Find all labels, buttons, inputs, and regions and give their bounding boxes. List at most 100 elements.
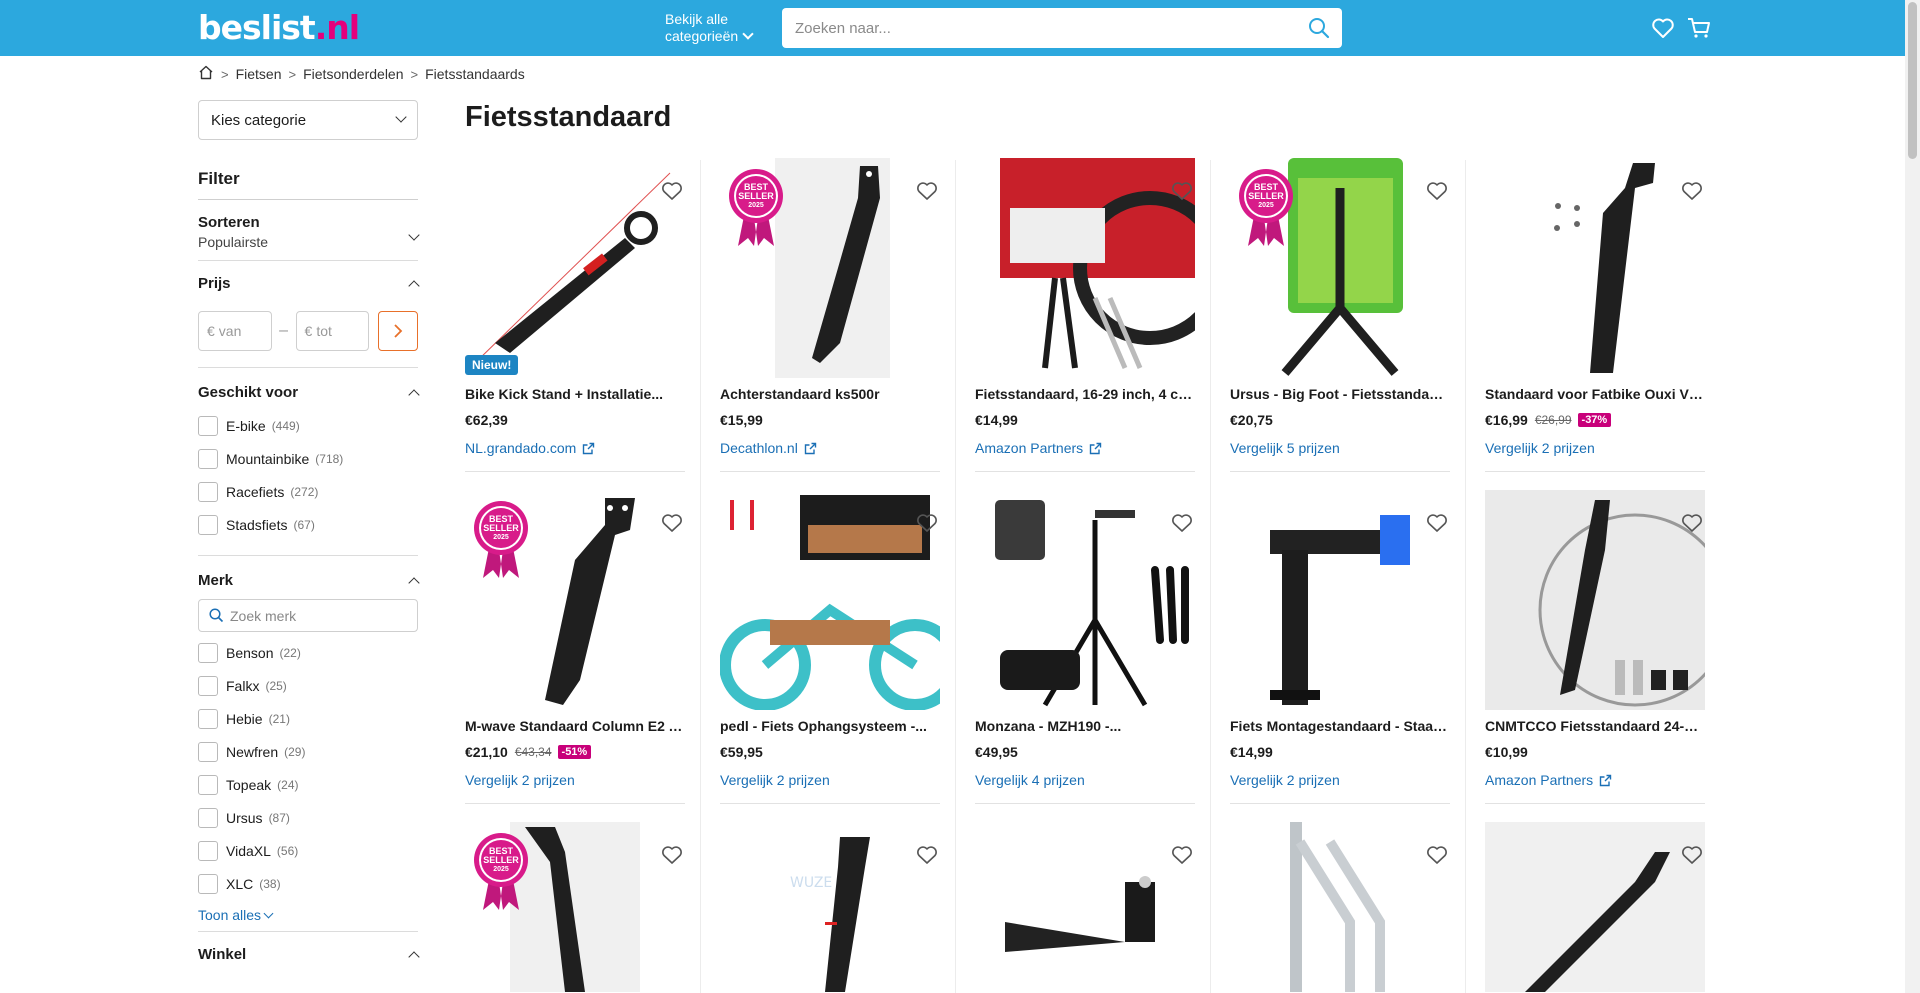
sort-dropdown[interactable]: Populairste <box>198 229 420 250</box>
brand-option[interactable]: Ursus (87) <box>198 801 418 834</box>
shop-link[interactable]: Amazon Partners <box>1485 772 1612 788</box>
scrollbar-thumb[interactable] <box>1908 2 1917 159</box>
checkbox[interactable] <box>198 675 218 696</box>
compare-prices-link[interactable]: Vergelijk 2 prijzen <box>465 772 575 788</box>
checkbox[interactable] <box>198 448 218 469</box>
heart-icon[interactable] <box>1171 181 1193 206</box>
brand-option[interactable]: Topeak (24) <box>198 768 418 801</box>
heart-icon[interactable] <box>916 845 938 870</box>
product-image[interactable] <box>1485 822 1705 993</box>
category-select[interactable]: Kies categorie <box>198 100 418 140</box>
heart-icon[interactable] <box>661 845 683 870</box>
suitable-option[interactable]: Racefiets (272) <box>198 475 418 508</box>
brand-option[interactable]: Benson (22) <box>198 636 418 669</box>
heart-icon[interactable] <box>1171 513 1193 538</box>
brand-header[interactable]: Merk <box>198 572 420 589</box>
heart-icon[interactable] <box>916 181 938 206</box>
logo[interactable]: beslist.nl <box>198 8 360 47</box>
product-image[interactable] <box>1485 490 1732 710</box>
product-image[interactable] <box>975 158 1227 378</box>
product-image[interactable] <box>1230 822 1450 993</box>
all-categories-button[interactable]: Bekijk alle categorieën <box>665 11 754 45</box>
compare-prices-link[interactable]: Vergelijk 2 prijzen <box>1230 772 1340 788</box>
breadcrumb-fietsonderdelen[interactable]: Fietsonderdelen <box>303 66 403 82</box>
shop-link[interactable]: Amazon Partners <box>975 440 1102 456</box>
product-name[interactable]: Achterstandaard ks500r <box>720 386 940 402</box>
product-price: €14,99 <box>975 412 1018 428</box>
checkbox[interactable] <box>198 741 218 762</box>
price-from-input[interactable] <box>218 323 269 339</box>
product-name[interactable]: Fietsstandaard, 16-29 inch, 4 cm,... <box>975 386 1195 402</box>
product-name[interactable]: Standaard voor Fatbike Ouxi V8,... <box>1485 386 1705 402</box>
suitable-option[interactable]: Stadsfiets (67) <box>198 508 418 541</box>
brand-option[interactable]: Hebie (21) <box>198 702 418 735</box>
filter-title: Filter <box>198 169 418 200</box>
shop-link[interactable]: Decathlon.nl <box>720 440 817 456</box>
brand-option[interactable]: XLC (38) <box>198 867 418 900</box>
column-separator <box>700 160 701 993</box>
heart-icon[interactable] <box>1681 845 1703 870</box>
heart-icon[interactable] <box>1426 513 1448 538</box>
breadcrumb-fietsen[interactable]: Fietsen <box>236 66 282 82</box>
checkbox[interactable] <box>198 642 218 663</box>
product-image[interactable] <box>465 158 685 378</box>
breadcrumb-separator: > <box>221 66 229 82</box>
heart-icon[interactable] <box>1426 181 1448 206</box>
heart-icon[interactable] <box>1681 513 1703 538</box>
product-image[interactable] <box>1230 490 1450 710</box>
product-name[interactable]: Bike Kick Stand + Installatie... <box>465 386 685 402</box>
brand-option[interactable]: VidaXL (56) <box>198 834 418 867</box>
product-image[interactable] <box>975 490 1195 710</box>
price-header[interactable]: Prijs <box>198 275 420 292</box>
categories-line1: Bekijk alle <box>665 11 729 27</box>
checkbox[interactable] <box>198 840 218 861</box>
product-name[interactable]: pedl - Fiets Ophangsysteem -... <box>720 718 940 734</box>
search-icon[interactable] <box>1308 17 1330 44</box>
checkbox[interactable] <box>198 774 218 795</box>
search-input[interactable] <box>782 8 1282 48</box>
heart-icon[interactable] <box>661 181 683 206</box>
heart-icon[interactable] <box>1681 181 1703 206</box>
suitable-label: Mountainbike <box>226 450 310 467</box>
heart-icon[interactable] <box>916 513 938 538</box>
cart-icon[interactable] <box>1687 17 1711 44</box>
product-image[interactable] <box>719 490 961 711</box>
shop-header[interactable]: Winkel <box>198 946 420 963</box>
checkbox[interactable] <box>198 514 218 535</box>
compare-prices-link[interactable]: Vergelijk 2 prijzen <box>720 772 830 788</box>
heart-icon[interactable] <box>1651 17 1675 44</box>
suitable-option[interactable]: Mountainbike (718) <box>198 442 418 475</box>
product-name[interactable]: Ursus - Big Foot - Fietsstandaard ... <box>1230 386 1450 402</box>
heart-icon[interactable] <box>661 513 683 538</box>
product-name[interactable]: M-wave Standaard Column E2 Al... <box>465 718 685 734</box>
checkbox[interactable] <box>198 708 218 729</box>
heart-icon[interactable] <box>1426 845 1448 870</box>
home-icon[interactable] <box>198 65 214 83</box>
product-image[interactable] <box>975 822 1195 993</box>
brand-label: XLC <box>226 875 254 892</box>
product-image[interactable]: WUZE <box>720 822 940 993</box>
shop-link[interactable]: NL.grandado.com <box>465 440 595 456</box>
best-seller-bestseller_year: 2025 <box>1258 202 1274 209</box>
checkbox[interactable] <box>198 807 218 828</box>
price-apply-button[interactable] <box>378 311 418 351</box>
checkbox[interactable] <box>198 873 218 894</box>
price-to-input[interactable] <box>316 323 367 339</box>
product-name[interactable]: Monzana - MZH190 -... <box>975 718 1195 734</box>
brand-search-input[interactable] <box>230 607 400 624</box>
compare-prices-link[interactable]: Vergelijk 2 prijzen <box>1485 440 1595 456</box>
checkbox[interactable] <box>198 415 218 436</box>
compare-prices-link[interactable]: Vergelijk 4 prijzen <box>975 772 1085 788</box>
show-all-brands-link[interactable]: Toon alles <box>198 907 418 923</box>
suitable-option[interactable]: E-bike (449) <box>198 409 418 442</box>
compare-prices-link[interactable]: Vergelijk 5 prijzen <box>1230 440 1340 456</box>
checkbox[interactable] <box>198 481 218 502</box>
product-name[interactable]: Fiets Montagestandaard - Staal -... <box>1230 718 1450 734</box>
product-image[interactable] <box>1485 158 1705 378</box>
brand-option[interactable]: Falkx (25) <box>198 669 418 702</box>
product-name[interactable]: CNMTCCO Fietsstandaard 24-29... <box>1485 718 1705 734</box>
suitable-header[interactable]: Geschikt voor <box>198 384 420 401</box>
brand-option[interactable]: Newfren (29) <box>198 735 418 768</box>
heart-icon[interactable] <box>1171 845 1193 870</box>
breadcrumb-fietsstandaards[interactable]: Fietsstandaards <box>425 66 525 82</box>
